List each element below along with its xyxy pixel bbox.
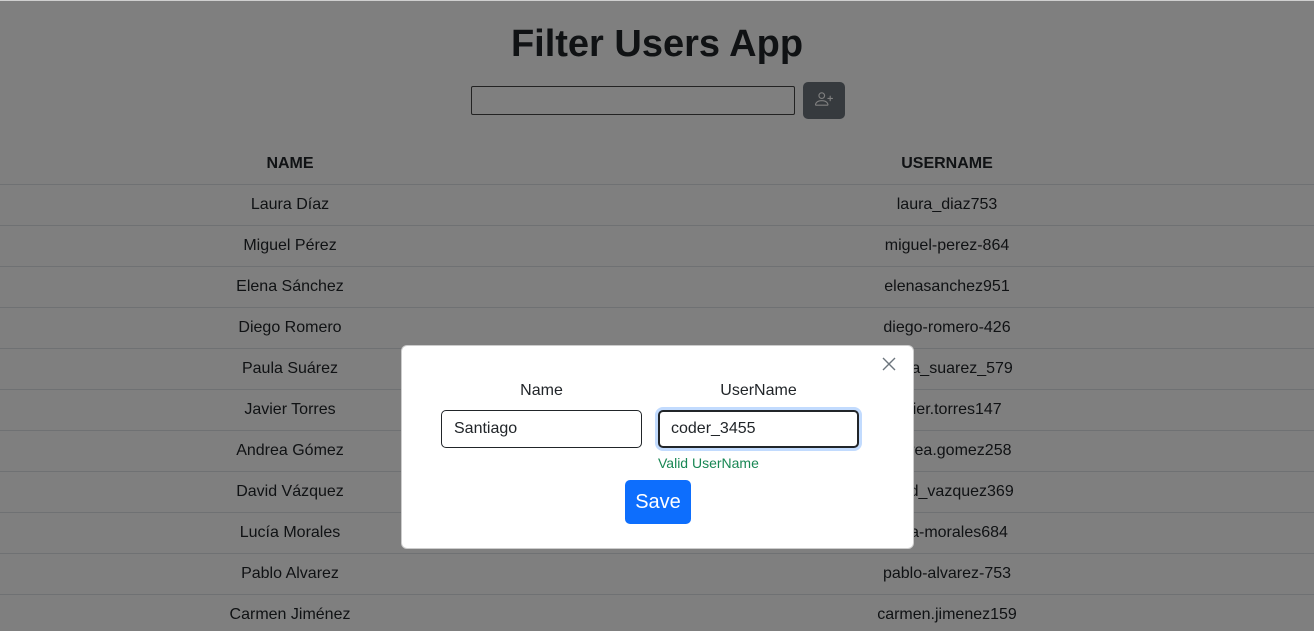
username-validation-message: Valid UserName [658,455,759,471]
username-label: UserName [720,382,797,399]
app-page: Filter Users App NAME USERNAME Laura Día… [0,0,1314,631]
add-user-modal: Name UserName Valid UserName Save [401,345,914,549]
close-button[interactable] [879,356,899,376]
username-field[interactable] [658,410,859,448]
name-field[interactable] [441,410,642,448]
name-label: Name [520,382,563,399]
save-button[interactable]: Save [625,480,691,524]
close-icon [882,357,896,376]
